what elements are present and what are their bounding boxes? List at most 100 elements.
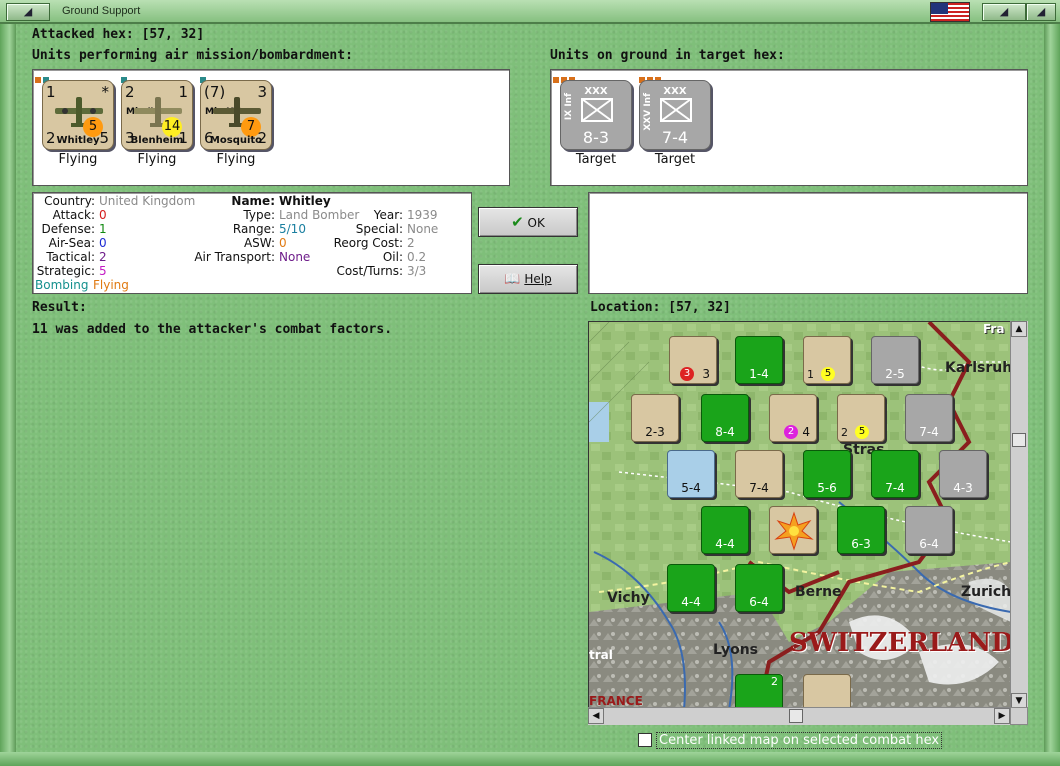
air-unit-counter[interactable]: 2 1 Mk. IV 14 3 1 Blenheim bbox=[121, 80, 193, 150]
map-label-france: FRANCE bbox=[589, 694, 643, 708]
air-sea-value: 0 bbox=[99, 236, 107, 250]
map-counter[interactable]: 2-3 bbox=[631, 394, 679, 442]
counter-strength: 4-4 bbox=[681, 595, 701, 609]
unit-name: Whitley bbox=[56, 135, 100, 146]
scroll-right-button[interactable]: ▶ bbox=[994, 708, 1010, 724]
ground-unit-counter[interactable]: XXX IX Inf 8-3 bbox=[560, 80, 632, 150]
counter-strength: 2 bbox=[771, 675, 778, 688]
map-counter[interactable]: 2-5 bbox=[871, 336, 919, 384]
map-counter[interactable]: 6-4 bbox=[905, 506, 953, 554]
counter-strength: 7-4 bbox=[749, 481, 769, 495]
name-key: Name: bbox=[231, 194, 275, 208]
map-counter[interactable]: 8-4 bbox=[701, 394, 749, 442]
ground-unit-counter[interactable]: XXX XXV Inf 7-4 bbox=[639, 80, 711, 150]
air-transport-value: None bbox=[279, 250, 311, 264]
map-label-berne: Berne bbox=[795, 584, 842, 600]
counter-badge: 5 bbox=[855, 425, 869, 439]
map-counter[interactable]: 7-4 bbox=[905, 394, 953, 442]
counter-strength: 7-4 bbox=[885, 481, 905, 495]
scroll-thumb-horizontal[interactable] bbox=[789, 709, 803, 723]
unit-status-caption: Flying bbox=[216, 152, 256, 167]
attacked-hex-label: Attacked hex: [57, 32] bbox=[32, 27, 205, 42]
map-horizontal-scrollbar[interactable]: ◀ ▶ bbox=[588, 707, 1010, 725]
window-frame-bottom bbox=[0, 752, 1060, 766]
strategic-key: Strategic: bbox=[36, 264, 95, 278]
year-value: 1939 bbox=[407, 208, 438, 222]
map-counter[interactable]: 1-4 bbox=[735, 336, 783, 384]
map-counter[interactable]: 33 bbox=[669, 336, 717, 384]
map-counter[interactable]: 5-4 bbox=[667, 450, 715, 498]
result-label: Result: bbox=[32, 300, 87, 315]
scrollbar-corner bbox=[1010, 707, 1028, 725]
help-button[interactable]: 📖 Help bbox=[478, 264, 578, 294]
unit-status-dots bbox=[121, 72, 129, 83]
cost-turns-value: 3/3 bbox=[407, 264, 427, 278]
location-label: Location: [57, 32] bbox=[590, 300, 731, 315]
center-map-checkbox-label[interactable]: Center linked map on selected combat hex bbox=[656, 732, 943, 749]
counter-strength: 6-3 bbox=[851, 537, 871, 551]
asw-value: 0 bbox=[279, 236, 287, 250]
map-counter[interactable]: 42 bbox=[769, 394, 817, 442]
ok-button[interactable]: ✔ OK bbox=[478, 207, 578, 237]
reorg-cost-key: Reorg Cost: bbox=[333, 236, 403, 250]
center-map-checkbox[interactable] bbox=[638, 733, 652, 747]
counter-strength: 4-4 bbox=[715, 537, 735, 551]
counter-strength: 2 bbox=[841, 426, 848, 439]
map-label-karlsruhe: Karlsruh bbox=[945, 360, 1013, 376]
air-transport-key: Air Transport: bbox=[194, 250, 275, 264]
defense-value: 1 bbox=[99, 222, 107, 236]
unit-name: IX Inf bbox=[564, 93, 574, 121]
unit-strength: 7-4 bbox=[661, 128, 689, 147]
unit-status-caption: Target bbox=[654, 152, 696, 167]
counter-strength: 1 bbox=[807, 368, 814, 381]
ground-units-label: Units on ground in target hex: bbox=[550, 48, 785, 63]
map-counter[interactable]: 15 bbox=[803, 336, 851, 384]
infantry-symbol-icon bbox=[660, 98, 692, 122]
counter-strength: 4 bbox=[802, 425, 810, 439]
map-counter[interactable]: 25 bbox=[837, 394, 885, 442]
unit-state: Flying bbox=[93, 278, 129, 292]
map-counter[interactable]: 4-4 bbox=[667, 564, 715, 612]
unit-status-dots bbox=[200, 72, 208, 83]
map-counter[interactable]: 2 bbox=[735, 674, 783, 710]
counter-badge: 3 bbox=[680, 367, 694, 381]
country-key: Country: bbox=[44, 194, 95, 208]
ok-button-label: OK bbox=[527, 216, 545, 230]
combat-explosion-icon bbox=[769, 506, 817, 554]
result-text: 11 was added to the attacker's combat fa… bbox=[32, 322, 393, 337]
map-counter[interactable]: 7-4 bbox=[871, 450, 919, 498]
map-vertical-scrollbar[interactable]: ▲ ▼ bbox=[1010, 321, 1028, 709]
map-counter[interactable]: 6-3 bbox=[837, 506, 885, 554]
type-key: Type: bbox=[243, 208, 275, 222]
map-counter[interactable]: 4-3 bbox=[939, 450, 987, 498]
mission-mode: Bombing bbox=[35, 278, 89, 292]
map-counter[interactable]: 7-4 bbox=[735, 450, 783, 498]
system-menu-button[interactable]: ◢ bbox=[6, 3, 50, 21]
range-key: Range: bbox=[232, 222, 275, 236]
unit-name: Blenheim bbox=[130, 135, 184, 146]
help-book-icon: 📖 bbox=[504, 272, 521, 287]
range-value: 5/10 bbox=[279, 222, 306, 236]
defense-key: Defense: bbox=[41, 222, 95, 236]
map-counter[interactable]: 4-4 bbox=[701, 506, 749, 554]
unit-name: Mosquito bbox=[209, 135, 263, 146]
mini-map[interactable]: Fra Karlsruh Stras Vichy Berne Zurich Ly… bbox=[588, 321, 1028, 725]
unit-stats-panel: Country: United Kingdom Attack: 0 Defens… bbox=[32, 192, 472, 294]
map-label-tral: tral bbox=[589, 648, 613, 662]
unit-status-caption: Target bbox=[575, 152, 617, 167]
map-counter[interactable]: 5-6 bbox=[803, 450, 851, 498]
minimize-button[interactable]: ◢ bbox=[982, 3, 1026, 21]
counter-strength: 7-4 bbox=[919, 425, 939, 439]
close-button[interactable]: ◢ bbox=[1026, 3, 1056, 21]
scroll-left-button[interactable]: ◀ bbox=[588, 708, 604, 724]
counter-strength: 2-5 bbox=[885, 367, 905, 381]
unit-status-dots bbox=[553, 72, 577, 83]
map-counter[interactable]: 6-4 bbox=[735, 564, 783, 612]
unit-name: XXV Inf bbox=[643, 93, 653, 131]
air-unit-counter[interactable]: (7) 3 Mk. XV 7 6 2 Mosquito bbox=[200, 80, 272, 150]
scroll-thumb-vertical[interactable] bbox=[1012, 433, 1026, 447]
scroll-up-button[interactable]: ▲ bbox=[1011, 321, 1027, 337]
map-counter[interactable] bbox=[803, 674, 851, 710]
counter-strength: 6-4 bbox=[919, 537, 939, 551]
air-unit-counter[interactable]: 1 * 5 2 5 Whitley bbox=[42, 80, 114, 150]
